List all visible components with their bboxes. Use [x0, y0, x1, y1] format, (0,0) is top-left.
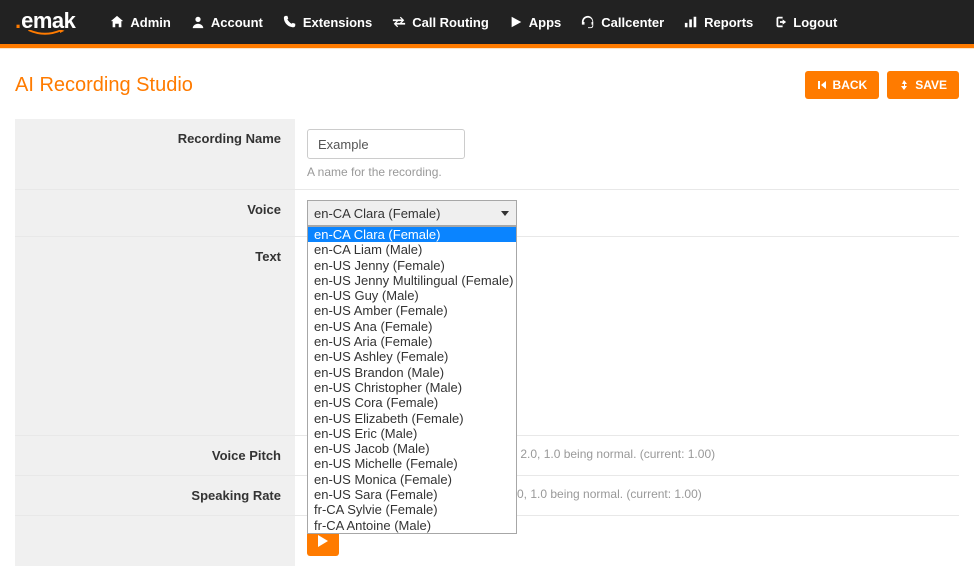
header-buttons: BACK SAVE [805, 71, 959, 99]
navbar: .emak Admin Account Extensions Call Rout… [0, 0, 974, 44]
voice-option[interactable]: en-US Elizabeth (Female) [308, 411, 516, 426]
nav-call-routing[interactable]: Call Routing [382, 0, 499, 44]
help-recording-name: A name for the recording. [307, 165, 947, 179]
signout-icon [773, 15, 787, 29]
voice-option[interactable]: en-US Aria (Female) [308, 334, 516, 349]
form: Recording Name A name for the recording.… [0, 119, 974, 581]
orange-thin-line [0, 48, 974, 49]
nav-label: Apps [529, 15, 562, 30]
nav-callcenter[interactable]: Callcenter [571, 0, 674, 44]
voice-option[interactable]: en-US Ashley (Female) [308, 349, 516, 364]
nav-label: Account [211, 15, 263, 30]
voice-option[interactable]: en-US Jenny Multilingual (Female) [308, 273, 516, 288]
nav-logout[interactable]: Logout [763, 0, 847, 44]
back-label: BACK [833, 78, 868, 92]
voice-option[interactable]: en-US Jacob (Male) [308, 441, 516, 456]
nav-label: Reports [704, 15, 753, 30]
voice-option[interactable]: en-US Cora (Female) [308, 395, 516, 410]
voice-option[interactable]: en-US Brandon (Male) [308, 365, 516, 380]
help-speaking-rate: 3.0, 1.0 being normal. (current: 1.00) [507, 487, 702, 501]
voice-option[interactable]: en-US Guy (Male) [308, 288, 516, 303]
field-voice: en-CA Clara (Female)en-CA Liam (Male)en-… [295, 190, 959, 236]
nav-reports[interactable]: Reports [674, 0, 763, 44]
home-icon [110, 15, 124, 29]
label-voice-pitch: Voice Pitch [15, 436, 295, 475]
save-button[interactable]: SAVE [887, 71, 959, 99]
nav-label: Extensions [303, 15, 372, 30]
voice-option[interactable]: en-US Ana (Female) [308, 319, 516, 334]
voice-option[interactable]: en-CA Clara (Female) [308, 227, 516, 242]
voice-option[interactable]: en-US Sara (Female) [308, 487, 516, 502]
field-recording-name: A name for the recording. [295, 119, 959, 189]
save-icon [899, 80, 909, 90]
nav-label: Admin [130, 15, 170, 30]
play-icon [318, 535, 328, 547]
voice-option[interactable]: fr-CA Antoine (Male) [308, 518, 516, 533]
label-voice: Voice [15, 190, 295, 236]
back-button[interactable]: BACK [805, 71, 880, 99]
nav-label: Logout [793, 15, 837, 30]
nav-extensions[interactable]: Extensions [273, 0, 382, 44]
voice-option[interactable]: fr-CA Sylvie (Female) [308, 502, 516, 517]
nav-admin[interactable]: Admin [100, 0, 180, 44]
label-text: Text [15, 237, 295, 435]
voice-option[interactable]: en-US Christopher (Male) [308, 380, 516, 395]
nav-account[interactable]: Account [181, 0, 273, 44]
label-recording-name: Recording Name [15, 119, 295, 189]
brand-logo[interactable]: .emak [15, 8, 75, 36]
help-voice-pitch: to 2.0, 1.0 being normal. (current: 1.00… [507, 447, 715, 461]
page-header: AI Recording Studio BACK SAVE [0, 49, 974, 119]
nav-items: Admin Account Extensions Call Routing Ap… [100, 0, 847, 44]
headset-icon [581, 15, 595, 29]
label-speaking-rate: Speaking Rate [15, 476, 295, 515]
row-voice: Voice en-CA Clara (Female)en-CA Liam (Ma… [15, 189, 959, 236]
voice-dropdown-list[interactable]: en-CA Clara (Female)en-CA Liam (Male)en-… [307, 226, 517, 534]
play-icon [509, 15, 523, 29]
voice-option[interactable]: en-US Jenny (Female) [308, 258, 516, 273]
voice-option[interactable]: en-US Amber (Female) [308, 303, 516, 318]
page-title: AI Recording Studio [15, 74, 193, 97]
nav-label: Call Routing [412, 15, 489, 30]
voice-option[interactable]: en-US Monica (Female) [308, 472, 516, 487]
voice-select[interactable] [307, 200, 517, 226]
voice-option[interactable]: en-US Eric (Male) [308, 426, 516, 441]
save-label: SAVE [915, 78, 947, 92]
swap-icon [392, 15, 406, 29]
chart-icon [684, 15, 698, 29]
label-play [15, 516, 295, 566]
voice-option[interactable]: en-US Michelle (Female) [308, 456, 516, 471]
recording-name-input[interactable] [307, 129, 465, 159]
row-recording-name: Recording Name A name for the recording. [15, 119, 959, 189]
user-icon [191, 15, 205, 29]
nav-label: Callcenter [601, 15, 664, 30]
brand-name: emak [21, 8, 75, 33]
voice-option[interactable]: en-CA Liam (Male) [308, 242, 516, 257]
back-icon [817, 80, 827, 90]
nav-apps[interactable]: Apps [499, 0, 572, 44]
phone-icon [283, 15, 297, 29]
